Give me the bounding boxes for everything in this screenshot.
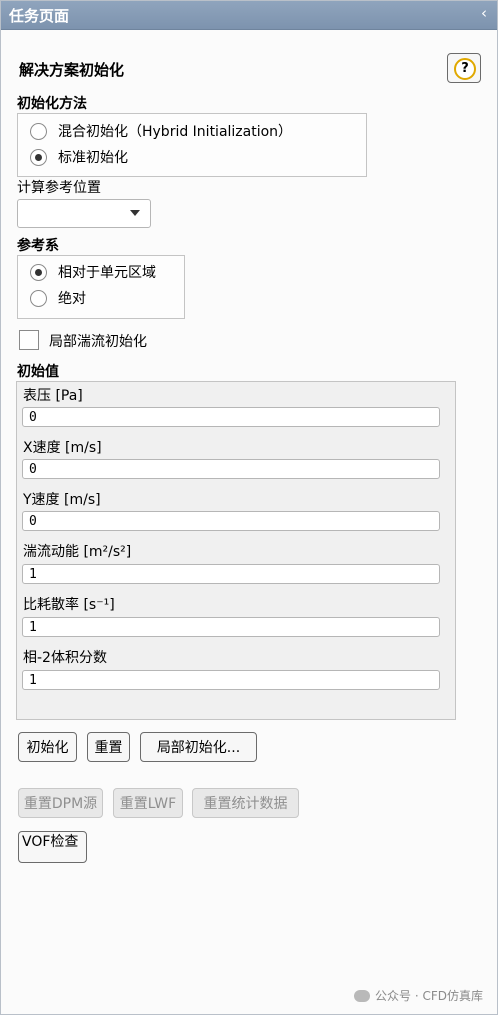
reset-statistics-button[interactable]: 重置统计数据 bbox=[192, 788, 299, 818]
window-title: 任务页面 bbox=[9, 7, 70, 25]
radio-label: 相对于单元区域 bbox=[58, 265, 156, 281]
radio-label: 标准初始化 bbox=[58, 150, 128, 166]
phase-2-volume-fraction-input[interactable]: 1 bbox=[22, 670, 440, 690]
initialize-button[interactable]: 初始化 bbox=[18, 732, 77, 762]
radio-button[interactable] bbox=[30, 290, 47, 307]
patch-button[interactable]: 局部初始化... bbox=[140, 732, 257, 762]
patch-turbulence-label: 局部湍流初始化 bbox=[49, 334, 147, 350]
help-button[interactable]: ? bbox=[447, 53, 481, 83]
watermark: 公众号 · CFD仿真库 bbox=[354, 987, 483, 1004]
init-method-group: 混合初始化（Hybrid Initialization） 标准初始化 bbox=[17, 113, 367, 177]
reset-lwf-button[interactable]: 重置LWF bbox=[113, 788, 183, 818]
chevron-left-icon[interactable]: ‹ bbox=[481, 4, 487, 22]
watermark-text: 公众号 · CFD仿真库 bbox=[375, 989, 483, 1003]
phase-2-volume-fraction-label: 相-2体积分数 bbox=[23, 650, 107, 666]
vof-check-button[interactable]: VOF检查 bbox=[18, 831, 87, 863]
title-bar: 任务页面 ‹ bbox=[1, 1, 497, 30]
gauge-pressure-input[interactable]: 0 bbox=[22, 407, 440, 427]
turbulent-kinetic-energy-label: 湍流动能 [m²/s²] bbox=[23, 544, 132, 560]
reset-dpm-sources-button[interactable]: 重置DPM源 bbox=[18, 788, 103, 818]
specific-dissipation-rate-label: 比耗散率 [s⁻¹] bbox=[23, 597, 115, 613]
initial-values-label: 初始值 bbox=[17, 364, 59, 380]
specific-dissipation-rate-input[interactable]: 1 bbox=[22, 617, 440, 637]
x-velocity-label: X速度 [m/s] bbox=[23, 440, 102, 456]
reset-button[interactable]: 重置 bbox=[87, 732, 130, 762]
initial-values-group: 表压 [Pa] 0 X速度 [m/s] 0 Y速度 [m/s] 0 湍流动能 [… bbox=[16, 381, 456, 720]
compute-from-dropdown[interactable] bbox=[17, 199, 151, 228]
reference-frame-group: 相对于单元区域 绝对 bbox=[17, 255, 185, 319]
x-velocity-input[interactable]: 0 bbox=[22, 459, 440, 479]
reference-frame-label: 参考系 bbox=[17, 238, 59, 254]
y-velocity-input[interactable]: 0 bbox=[22, 511, 440, 531]
radio-button[interactable] bbox=[30, 264, 47, 281]
radio-button[interactable] bbox=[30, 123, 47, 140]
panel-title: 解决方案初始化 bbox=[19, 61, 125, 79]
patch-turbulence-checkbox[interactable] bbox=[19, 330, 39, 350]
task-page-panel: 任务页面 ‹ 解决方案初始化 ? 初始化方法 混合初始化（Hybrid Init… bbox=[0, 0, 498, 1015]
init-method-label: 初始化方法 bbox=[17, 96, 87, 112]
turbulent-kinetic-energy-input[interactable]: 1 bbox=[22, 564, 440, 584]
radio-label: 绝对 bbox=[58, 291, 86, 307]
compute-from-label: 计算参考位置 bbox=[17, 180, 101, 196]
help-icon: ? bbox=[454, 58, 476, 80]
radio-button[interactable] bbox=[30, 149, 47, 166]
wechat-icon bbox=[354, 990, 371, 1002]
chevron-down-icon bbox=[130, 210, 140, 216]
gauge-pressure-label: 表压 [Pa] bbox=[23, 388, 83, 404]
radio-label: 混合初始化（Hybrid Initialization） bbox=[58, 124, 293, 140]
y-velocity-label: Y速度 [m/s] bbox=[23, 492, 101, 508]
